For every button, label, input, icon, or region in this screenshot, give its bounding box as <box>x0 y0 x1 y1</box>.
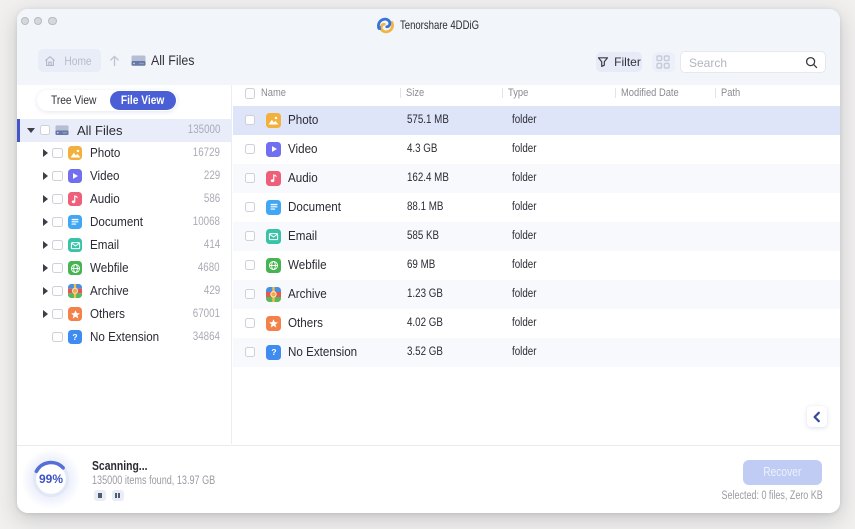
svg-text:?: ? <box>271 347 276 357</box>
svg-text:?: ? <box>72 332 77 342</box>
